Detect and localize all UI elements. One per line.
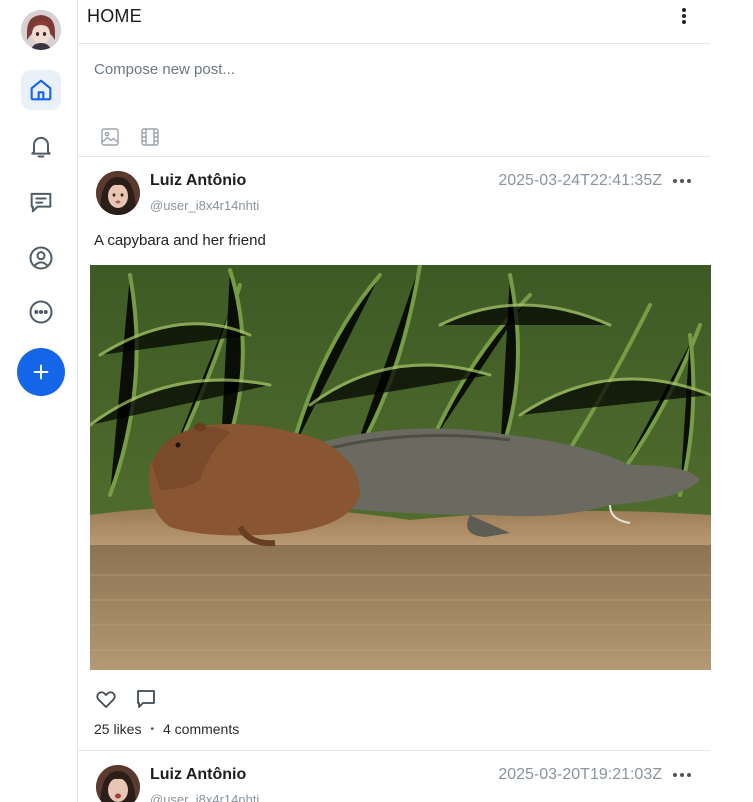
post-image[interactable]: [90, 265, 711, 670]
capybara-photo: [90, 265, 711, 670]
nav-messages-button[interactable]: [21, 182, 61, 222]
attach-image-button[interactable]: [100, 127, 120, 147]
post-menu-button[interactable]: [672, 769, 692, 781]
sidebar: [0, 0, 78, 802]
author-avatar[interactable]: [96, 171, 140, 215]
author-handle[interactable]: @user_i8x4r14nhti: [150, 198, 259, 213]
likes-count[interactable]: 25 likes: [94, 721, 141, 737]
composer: Compose new post...: [78, 44, 710, 157]
post-timestamp: 2025-03-20T19:21:03Z: [498, 766, 662, 783]
chat-icon: [30, 192, 52, 213]
separator-dot: •: [150, 723, 154, 735]
image-icon: [101, 128, 119, 146]
nav-notifications-button[interactable]: [21, 126, 61, 166]
horizontal-dots-icon: [673, 179, 691, 183]
author-avatar[interactable]: [96, 765, 140, 802]
main-feed: HOME Compose new post... Luiz Antônio @u…: [77, 0, 711, 802]
nav-profile-button[interactable]: [21, 238, 61, 278]
attach-video-button[interactable]: [140, 127, 160, 147]
plus-icon: [33, 364, 49, 380]
compose-input[interactable]: Compose new post...: [94, 61, 235, 78]
post-timestamp: 2025-03-24T22:41:35Z: [498, 172, 662, 189]
user-avatar[interactable]: [21, 10, 61, 50]
film-icon: [141, 128, 159, 146]
post-card: Luiz Antônio @user_i8x4r14nhti 2025-03-2…: [78, 751, 710, 802]
author-name[interactable]: Luiz Antônio: [150, 172, 246, 190]
user-circle-icon: [29, 246, 53, 270]
author-handle[interactable]: @user_i8x4r14nhti: [150, 792, 259, 802]
post-stats: 25 likes • 4 comments: [94, 721, 239, 737]
comments-count[interactable]: 4 comments: [163, 721, 239, 737]
header-menu-button[interactable]: [674, 6, 694, 26]
post-card: Luiz Antônio @user_i8x4r14nhti 2025-03-2…: [78, 157, 711, 751]
page-title: HOME: [87, 6, 142, 26]
like-button[interactable]: [94, 687, 118, 711]
horizontal-dots-icon: [673, 773, 691, 777]
post-text: A capybara and her friend: [94, 232, 266, 249]
comment-button[interactable]: [134, 687, 158, 711]
heart-icon: [96, 691, 116, 708]
home-icon: [30, 79, 52, 101]
new-post-button[interactable]: [17, 348, 65, 396]
nav-home-button[interactable]: [21, 70, 61, 110]
bell-icon: [31, 136, 51, 158]
comment-icon: [137, 690, 155, 708]
top-bar: HOME: [78, 0, 710, 44]
vertical-dots-icon: [682, 8, 686, 24]
nav-more-button[interactable]: [21, 292, 61, 332]
author-name[interactable]: Luiz Antônio: [150, 766, 246, 784]
post-menu-button[interactable]: [672, 175, 692, 187]
more-circle-icon: [29, 300, 53, 324]
